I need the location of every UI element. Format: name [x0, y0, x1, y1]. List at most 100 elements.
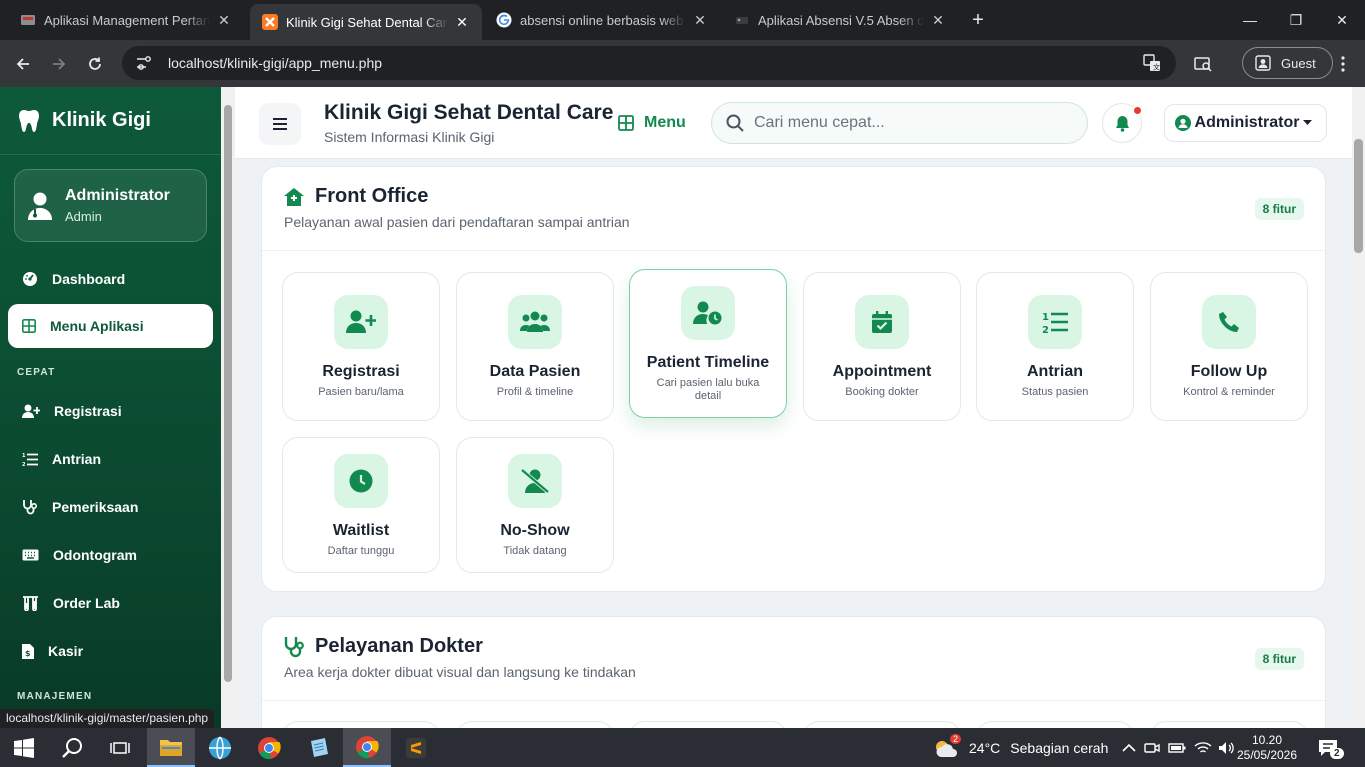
close-tab-icon[interactable]: ✕	[692, 12, 708, 29]
back-button[interactable]	[9, 50, 37, 78]
sidebar-section-cepat: CEPAT	[17, 367, 56, 378]
forward-button[interactable]	[45, 50, 73, 78]
feature-card[interactable]	[629, 721, 787, 728]
xampp-favicon-icon	[262, 14, 278, 30]
chevron-up-icon[interactable]	[1122, 743, 1136, 753]
reload-button[interactable]	[81, 50, 109, 78]
sidebar-item-registrasi[interactable]: Registrasi	[8, 389, 213, 433]
app-topbar: Klinik Gigi Sehat Dental Care Sistem Inf…	[235, 87, 1352, 159]
sidebar-item-pemeriksaan[interactable]: Pemeriksaan	[8, 485, 213, 529]
browser-tab[interactable]: absensi online berbasis web php ✕	[484, 0, 720, 40]
user-menu-button[interactable]: Administrator	[1164, 104, 1327, 142]
volume-icon[interactable]	[1218, 741, 1236, 755]
task-view-icon	[110, 741, 130, 754]
feature-card-appointment[interactable]: Appointment Booking dokter	[803, 272, 961, 421]
browser-menu-button[interactable]	[1329, 50, 1357, 78]
grid-icon	[22, 319, 36, 333]
stethoscope-icon	[23, 500, 38, 515]
sidebar-scrollbar[interactable]	[221, 87, 235, 728]
bell-icon	[1115, 115, 1129, 132]
search-input[interactable]: Cari menu cepat...	[711, 102, 1088, 144]
meet-now-icon[interactable]	[1144, 740, 1160, 756]
search-icon	[726, 114, 744, 132]
feature-card-waitlist[interactable]: Waitlist Daftar tunggu	[282, 437, 440, 573]
feature-card-patient-timeline[interactable]: Patient Timeline Cari pasien lalu buka d…	[629, 269, 787, 418]
panel-description: Pelayanan awal pasien dari pendaftaran s…	[284, 214, 630, 230]
new-tab-button[interactable]: +	[966, 8, 990, 32]
feature-card[interactable]	[976, 721, 1134, 728]
notification-center-button[interactable]: 2	[1318, 728, 1352, 767]
panel-title-text: Front Office	[315, 185, 429, 207]
site-info-icon[interactable]	[134, 53, 154, 73]
tab-title: absensi online berbasis web php	[520, 12, 686, 28]
panel-header: Front Office Pelayanan awal pasien dari …	[262, 167, 1325, 251]
windows-logo-icon	[14, 737, 34, 758]
feature-desc: Status pasien	[1021, 386, 1089, 398]
system-tray	[1120, 728, 1236, 767]
weather-temp: 24°C	[969, 739, 1001, 756]
network-app-button[interactable]	[196, 728, 244, 767]
close-tab-icon[interactable]: ✕	[454, 14, 470, 31]
close-tab-icon[interactable]: ✕	[216, 12, 232, 29]
sidebar-item-dashboard[interactable]: Dashboard	[8, 257, 213, 301]
sidebar-item-odontogram[interactable]: Odontogram	[8, 533, 213, 577]
feature-card-registrasi[interactable]: Registrasi Pasien baru/lama	[282, 272, 440, 421]
tab-search-button[interactable]	[1189, 50, 1217, 78]
task-view-button[interactable]	[96, 728, 144, 767]
sidebar-item-kasir[interactable]: $ Kasir	[8, 629, 213, 673]
notepad-button[interactable]	[294, 728, 342, 767]
page-scrollbar[interactable]	[1352, 87, 1365, 728]
notification-button[interactable]	[1102, 103, 1143, 143]
feature-card[interactable]	[456, 721, 614, 728]
feature-card-follow-up[interactable]: Follow Up Kontrol & reminder	[1150, 272, 1308, 421]
browser-toolbar: localhost/klinik-gigi/app_menu.php 文 Gue…	[0, 40, 1365, 87]
browser-tab[interactable]: Aplikasi Absensi V.5 Absen dengan ✕	[722, 0, 958, 40]
sidebar-toggle-button[interactable]	[259, 103, 301, 145]
browser-tab[interactable]: Aplikasi Management Pertandingan ✕	[8, 0, 244, 40]
battery-icon[interactable]	[1168, 741, 1186, 755]
sidebar-item-label: Order Lab	[53, 595, 120, 611]
globe-icon	[209, 736, 231, 759]
profile-button[interactable]: Guest	[1242, 47, 1333, 79]
weather-widget[interactable]: 2 24°C Sebagian cerah	[932, 728, 1108, 767]
feature-desc: Booking dokter	[845, 386, 919, 398]
feature-card[interactable]	[1150, 721, 1308, 728]
address-bar[interactable]: localhost/klinik-gigi/app_menu.php 文	[122, 46, 1176, 80]
user-doctor-icon	[28, 192, 52, 220]
feature-name: No-Show	[500, 522, 570, 539]
sidebar-brand[interactable]: Klinik Gigi	[0, 87, 221, 155]
sidebar-item-menu-aplikasi[interactable]: Menu Aplikasi	[8, 304, 213, 348]
feature-card[interactable]	[282, 721, 440, 728]
sidebar-item-order-lab[interactable]: Order Lab	[8, 581, 213, 625]
user-card[interactable]: Administrator Admin	[14, 169, 207, 242]
translate-icon[interactable]: 文	[1142, 53, 1162, 73]
feature-desc: Tidak datang	[503, 545, 567, 557]
menu-link[interactable]: Menu	[618, 114, 686, 132]
chrome-button[interactable]	[245, 728, 293, 767]
scrollbar-thumb[interactable]	[224, 105, 232, 682]
wifi-icon[interactable]	[1194, 741, 1212, 755]
notification-count: 2	[1330, 748, 1344, 759]
clock[interactable]: 10.20 25/05/2026	[1237, 728, 1297, 767]
close-tab-icon[interactable]: ✕	[930, 12, 946, 29]
sidebar-item-antrian[interactable]: 12 Antrian	[8, 437, 213, 481]
chrome-active-button[interactable]	[343, 728, 391, 767]
arrow-left-icon	[16, 58, 29, 70]
sublime-text-button[interactable]	[392, 728, 440, 767]
browser-tab-active[interactable]: Klinik Gigi Sehat Dental Care ✕	[250, 4, 482, 40]
feature-card-no-show[interactable]: No-Show Tidak datang	[456, 437, 614, 573]
close-window-button[interactable]: ✕	[1319, 0, 1365, 40]
search-button[interactable]	[48, 728, 96, 767]
restore-window-button[interactable]: ❐	[1273, 0, 1319, 40]
weather-text: Sebagian cerah	[1010, 739, 1109, 756]
feature-card[interactable]	[803, 721, 961, 728]
feature-name: Patient Timeline	[646, 354, 770, 371]
list-ol-icon: 12	[22, 453, 38, 467]
dashboard-icon	[23, 272, 37, 286]
start-button[interactable]	[0, 728, 48, 767]
file-explorer-button[interactable]	[147, 728, 195, 767]
scrollbar-thumb[interactable]	[1354, 139, 1363, 253]
feature-card-antrian[interactable]: 12 Antrian Status pasien	[976, 272, 1134, 421]
feature-card-data-pasien[interactable]: Data Pasien Profil & timeline	[456, 272, 614, 421]
minimize-window-button[interactable]: —	[1227, 0, 1273, 40]
